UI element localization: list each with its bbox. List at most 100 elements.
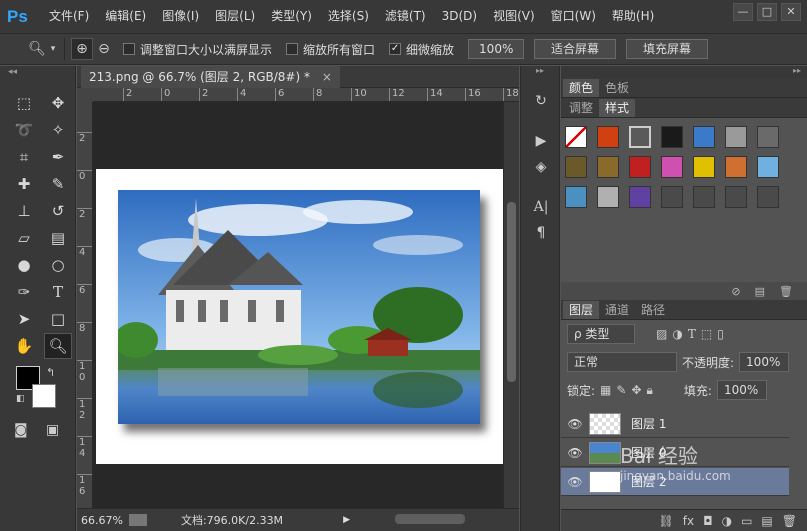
- menu-window[interactable]: 窗口(W): [543, 0, 604, 33]
- style-swatch[interactable]: [565, 126, 587, 148]
- default-colors-icon[interactable]: ◧: [16, 394, 25, 404]
- close-button[interactable]: ✕: [781, 3, 801, 21]
- blur-tool-icon[interactable]: ●: [10, 252, 38, 278]
- style-swatch[interactable]: [597, 186, 619, 208]
- gradient-tool-icon[interactable]: ▤: [44, 225, 72, 251]
- character-panel-icon[interactable]: A|: [521, 194, 561, 220]
- tab-swatches[interactable]: 色板: [599, 79, 635, 97]
- minimize-button[interactable]: —: [733, 3, 753, 21]
- clone-stamp-tool-icon[interactable]: ⊥: [10, 198, 38, 224]
- style-swatch[interactable]: [693, 126, 715, 148]
- magic-wand-tool-icon[interactable]: ✧: [44, 117, 72, 143]
- style-swatch[interactable]: [661, 186, 683, 208]
- tab-channels[interactable]: 通道: [599, 301, 635, 319]
- style-swatch[interactable]: [725, 186, 747, 208]
- zoom-tool-icon[interactable]: 🔍︎: [44, 333, 72, 359]
- layer-filter-select[interactable]: ρ 类型: [567, 324, 635, 344]
- tab-adjustments[interactable]: 调整: [563, 99, 599, 117]
- style-swatch[interactable]: [757, 186, 779, 208]
- eraser-tool-icon[interactable]: ▱: [10, 225, 38, 251]
- fill-screen-button[interactable]: 填充屏幕: [626, 39, 709, 59]
- tab-paths[interactable]: 路径: [635, 301, 671, 319]
- style-swatch[interactable]: [661, 156, 683, 178]
- hand-tool-icon[interactable]: ✋: [10, 333, 38, 359]
- fill-input[interactable]: 100%: [716, 380, 767, 400]
- path-selection-tool-icon[interactable]: ➤: [10, 306, 38, 332]
- filter-smart-object-icon[interactable]: ▯: [717, 327, 724, 341]
- menu-help[interactable]: 帮助(H): [604, 0, 662, 33]
- link-layers-icon[interactable]: ⛓︎: [659, 514, 674, 528]
- status-menu-arrow-icon[interactable]: ▶: [343, 515, 350, 525]
- resize-windows-checkbox[interactable]: 调整窗口大小以满屏显示: [123, 41, 272, 58]
- menu-type[interactable]: 类型(Y): [263, 0, 320, 33]
- eye-icon[interactable]: 👁︎: [561, 475, 589, 489]
- style-swatch[interactable]: [629, 156, 651, 178]
- menu-select[interactable]: 选择(S): [320, 0, 377, 33]
- menu-layer[interactable]: 图层(L): [207, 0, 263, 33]
- marquee-tool-icon[interactable]: ⬚: [10, 90, 38, 116]
- style-swatch[interactable]: [725, 156, 747, 178]
- style-swatch[interactable]: [725, 126, 747, 148]
- menu-file[interactable]: 文件(F): [41, 0, 97, 33]
- quick-mask-icon[interactable]: ◙: [14, 422, 28, 438]
- zoom-100-button[interactable]: 100%: [468, 39, 525, 59]
- style-swatch[interactable]: [757, 156, 779, 178]
- lock-image-icon[interactable]: ✎: [616, 383, 626, 397]
- zoom-tool-preset-icon[interactable]: 🔍︎: [26, 38, 48, 60]
- menu-image[interactable]: 图像(I): [154, 0, 207, 33]
- history-brush-tool-icon[interactable]: ↺: [44, 198, 72, 224]
- crop-tool-icon[interactable]: ⌗: [10, 144, 38, 170]
- style-swatch[interactable]: [757, 126, 779, 148]
- maximize-button[interactable]: □: [757, 3, 777, 21]
- style-swatch[interactable]: [597, 156, 619, 178]
- filter-pixel-icon[interactable]: ▨: [656, 327, 667, 341]
- tab-layers[interactable]: 图层: [563, 301, 600, 319]
- style-swatch[interactable]: [629, 126, 651, 148]
- status-info-icon[interactable]: [128, 514, 147, 526]
- checkbox-box[interactable]: [123, 43, 135, 55]
- checkbox-box[interactable]: [286, 43, 299, 55]
- canvas-area[interactable]: [93, 102, 503, 508]
- zoom-in-icon[interactable]: ⊕: [71, 38, 93, 60]
- style-swatch[interactable]: [629, 186, 651, 208]
- menu-edit[interactable]: 编辑(E): [97, 0, 154, 33]
- blend-mode-select[interactable]: 正常: [567, 352, 677, 372]
- brush-tool-icon[interactable]: ✎: [44, 171, 72, 197]
- zoom-all-windows-checkbox[interactable]: 缩放所有窗口: [286, 41, 375, 58]
- new-group-icon[interactable]: ▭: [741, 514, 752, 528]
- chevron-down-icon[interactable]: ▾: [48, 38, 58, 60]
- delete-style-icon[interactable]: 🗑︎: [779, 285, 793, 298]
- style-swatch[interactable]: [693, 186, 715, 208]
- horizontal-ruler[interactable]: 2 0 2 4 6 8 10 12 14 16 18: [93, 88, 519, 102]
- actions-panel-icon[interactable]: ▶: [521, 128, 561, 154]
- menu-3d[interactable]: 3D(D): [434, 0, 485, 33]
- close-tab-icon[interactable]: ×: [322, 70, 332, 84]
- style-swatch[interactable]: [565, 186, 587, 208]
- swap-colors-icon[interactable]: ↰: [46, 366, 55, 379]
- healing-brush-tool-icon[interactable]: ✚: [10, 171, 38, 197]
- adjustment-layer-icon[interactable]: ◑: [722, 514, 732, 528]
- vertical-ruler[interactable]: 2 0 2 4 6 8 1 0 1 2 1 4 1 6: [77, 102, 93, 508]
- paragraph-panel-icon[interactable]: ¶: [521, 220, 561, 246]
- lock-all-icon[interactable]: 🔒︎: [647, 383, 653, 398]
- delete-layer-icon[interactable]: 🗑︎: [782, 514, 797, 528]
- document-tab[interactable]: 213.png @ 66.7% (图层 2, RGB/8#) * ×: [81, 66, 340, 88]
- lock-transparent-icon[interactable]: ▦: [600, 383, 611, 397]
- clear-style-icon[interactable]: ⊘: [731, 285, 740, 298]
- filter-adjustment-icon[interactable]: ◑: [672, 327, 682, 341]
- ruler-origin[interactable]: [77, 88, 93, 102]
- style-swatch[interactable]: [565, 156, 587, 178]
- new-style-icon[interactable]: ▤: [755, 285, 765, 298]
- horizontal-scroll-thumb[interactable]: [395, 514, 465, 524]
- type-tool-icon[interactable]: T: [44, 279, 72, 305]
- menu-view[interactable]: 视图(V): [485, 0, 543, 33]
- pen-tool-icon[interactable]: ✑: [10, 279, 38, 305]
- rectangle-tool-icon[interactable]: □: [44, 306, 72, 332]
- layer-row[interactable]: 👁︎ 图层 1: [561, 410, 789, 438]
- vertical-scroll-thumb[interactable]: [507, 202, 516, 382]
- style-swatch[interactable]: [661, 126, 683, 148]
- lasso-tool-icon[interactable]: ➰: [10, 117, 38, 143]
- collapse-arrows-icon[interactable]: ▸▸: [521, 66, 559, 78]
- filter-shape-icon[interactable]: ⬚: [701, 327, 712, 341]
- menu-filter[interactable]: 滤镜(T): [377, 0, 434, 33]
